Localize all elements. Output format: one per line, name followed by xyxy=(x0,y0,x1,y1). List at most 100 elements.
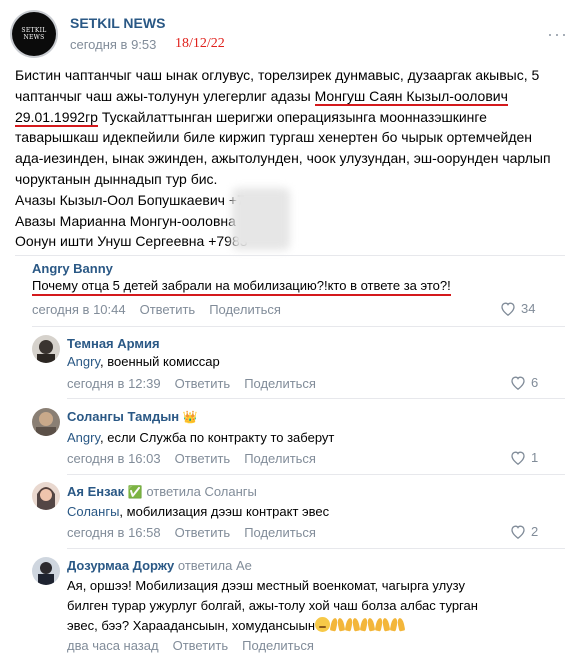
avatar-image xyxy=(32,557,60,585)
comment-time[interactable]: сегодня в 16:03 xyxy=(67,451,161,466)
comment-author-name[interactable]: Ая Ензак xyxy=(67,484,124,499)
more-options-icon[interactable]: ··· xyxy=(547,24,568,45)
group-avatar[interactable]: SETKIL NEWS xyxy=(12,12,56,56)
post-line: 29.01.1992гр Тускайлаттынган шеригжи опе… xyxy=(15,107,568,128)
post-line-text: чаптанчыг чаш ажы-толунун улегерлиг адаз… xyxy=(15,87,315,104)
comment-text-highlight: Почему отца 5 детей забрали на мобилизац… xyxy=(32,278,451,296)
comment-text: Angry, военный комиссар xyxy=(67,352,220,371)
group-logo-text-2: NEWS xyxy=(23,34,45,41)
avatar-image xyxy=(32,408,60,436)
reply-button[interactable]: Ответить xyxy=(175,525,231,540)
like-button[interactable]: 34 xyxy=(500,301,535,316)
reply-note[interactable]: ответила Солангы xyxy=(146,484,257,499)
comment-author[interactable]: Темная Армия xyxy=(67,336,160,351)
redacted-phone-blur xyxy=(232,188,290,250)
share-button[interactable]: Поделиться xyxy=(244,525,316,540)
comment-meta: сегодня в 16:58 Ответить Поделиться xyxy=(67,525,330,540)
avatar[interactable] xyxy=(32,408,60,436)
comment-separator xyxy=(67,548,565,549)
heart-icon xyxy=(511,376,525,390)
post-line: таварышкаш идекпейили биле киржип тургаш… xyxy=(15,127,568,148)
post-line: Ачазы Кызыл-Оол Бопушкаевич +7 xyxy=(15,190,568,211)
comment-meta: сегодня в 10:44 Ответить Поделиться xyxy=(32,302,295,317)
group-logo-text: SETKIL xyxy=(21,27,47,34)
heart-icon xyxy=(501,302,515,316)
comment-text-line-3: эвес, бээ? Хараадансыын, хомудансыын xyxy=(67,618,316,633)
like-button[interactable]: 1 xyxy=(510,450,538,465)
avatar[interactable] xyxy=(32,482,60,510)
post-line: Оонун ишти Унуш Сергеевна +7983 xyxy=(15,231,568,252)
post-line: чоруктанын дыннадып тур бис. xyxy=(15,169,568,190)
comment-time[interactable]: сегодня в 10:44 xyxy=(32,302,126,317)
post-line-text: Оонун ишти Унуш Сергеевна +7983 xyxy=(15,233,248,250)
comment-meta: два часа назад Ответить Поделиться xyxy=(67,638,328,653)
comment-author[interactable]: Солангы Тамдын 👑 xyxy=(67,409,198,424)
like-button[interactable]: 6 xyxy=(510,375,538,390)
reply-button[interactable]: Ответить xyxy=(173,638,229,653)
person-name-highlight: Монгуш Саян Кызыл-оолович xyxy=(314,87,508,106)
post-line: Бистин чаптанчыг чаш ынак оглувус, торел… xyxy=(15,65,568,86)
post-line: ада-иезинден, ынак эжинден, ажытолунден,… xyxy=(15,148,568,169)
reply-button[interactable]: Ответить xyxy=(175,376,231,391)
heart-icon xyxy=(511,525,525,539)
post-line-text: ада-иезинден, ынак эжинден, ажытолунден,… xyxy=(15,150,551,167)
comment-time[interactable]: два часа назад xyxy=(67,638,159,653)
reply-button[interactable]: Ответить xyxy=(175,451,231,466)
birthdate-highlight: 29.01.1992гр xyxy=(15,108,98,127)
post-line-text: Бистин чаптанчыг чаш ынак оглувус, торел… xyxy=(15,67,540,83)
folded-hands-icon xyxy=(375,617,390,632)
comment-author[interactable]: Дозурмаа Доржу ответила Ае xyxy=(67,558,252,573)
comment-author[interactable]: Angry Banny xyxy=(32,261,113,276)
comment-separator xyxy=(67,398,565,399)
post-line-text: Ачазы Кызыл-Оол Бопушкаевич +7 xyxy=(15,191,245,208)
comment-text-line: эвес, бээ? Хараадансыын, хомудансыын xyxy=(67,616,567,636)
comment-time[interactable]: сегодня в 16:58 xyxy=(67,525,161,540)
avatar[interactable] xyxy=(32,335,60,363)
like-button[interactable]: 2 xyxy=(510,524,538,539)
like-count: 2 xyxy=(531,524,539,539)
group-name[interactable]: SETKIL NEWS xyxy=(70,15,165,31)
check-badge-icon: ✅ xyxy=(127,485,143,499)
post-line: Авазы Марианна Монгун-ооловна xyxy=(15,211,568,232)
reply-addressee[interactable]: Angry xyxy=(67,354,100,369)
reply-button[interactable]: Ответить xyxy=(140,302,196,317)
comment-author-name[interactable]: Солангы Тамдын xyxy=(67,409,179,424)
comment-separator xyxy=(67,474,565,475)
comment-body: , военный комиссар xyxy=(100,354,220,369)
share-button[interactable]: Поделиться xyxy=(244,376,316,391)
like-count: 6 xyxy=(531,375,539,390)
comment-text-line: билген турар ужурлуг болгай, ажы-толу хо… xyxy=(67,598,478,613)
like-count: 1 xyxy=(531,450,539,465)
heart-icon xyxy=(511,451,525,465)
post-text: Бистин чаптанчыг чаш ынак оглувус, торел… xyxy=(15,65,568,252)
post-divider xyxy=(15,255,565,256)
folded-hands-icon xyxy=(345,617,360,632)
comment-meta: сегодня в 12:39 Ответить Поделиться xyxy=(67,376,330,391)
post-date-annotation: 18/12/22 xyxy=(175,36,225,51)
comment-text: Почему отца 5 детей забрали на мобилизац… xyxy=(32,276,451,296)
comment-meta: сегодня в 16:03 Ответить Поделиться xyxy=(67,451,330,466)
reply-addressee[interactable]: Angry xyxy=(67,430,100,445)
comment-body: , если Служба по контракту то заберут xyxy=(100,430,335,445)
comment-text-line: Ая, оршээ! Мобилизация дээш местный воен… xyxy=(67,578,465,593)
post-line-text: чоруктанын дыннадып тур бис. xyxy=(15,170,218,187)
share-button[interactable]: Поделиться xyxy=(244,451,316,466)
avatar[interactable] xyxy=(32,557,60,585)
like-count: 34 xyxy=(521,301,536,316)
share-button[interactable]: Поделиться xyxy=(209,302,281,317)
share-button[interactable]: Поделиться xyxy=(242,638,314,653)
post-line-text: Тускайлаттынган шеригжи операциязынга мо… xyxy=(97,108,487,125)
post-line-text: таварышкаш идекпейили биле киржип тургаш… xyxy=(15,129,533,146)
reply-note[interactable]: ответила Ае xyxy=(178,558,252,573)
pensive-face-icon xyxy=(315,617,331,632)
post-time[interactable]: сегодня в 9:53 xyxy=(70,37,156,52)
comment-author[interactable]: Ая Ензак ✅ ответила Солангы xyxy=(67,484,257,499)
post-line: чаптанчыг чаш ажы-толунун улегерлиг адаз… xyxy=(15,86,568,107)
comment-author-name[interactable]: Дозурмаа Доржу xyxy=(67,558,174,573)
reply-addressee[interactable]: Солангы xyxy=(67,504,119,519)
avatar-image xyxy=(32,482,60,510)
comment-text: Ая, оршээ! Мобилизация дээш местный воен… xyxy=(67,576,567,636)
comment-time[interactable]: сегодня в 12:39 xyxy=(67,376,161,391)
post-line-text: Авазы Марианна Монгун-ооловна xyxy=(15,212,236,229)
comment-body: , мобилизация дээш контракт эвес xyxy=(119,504,330,519)
